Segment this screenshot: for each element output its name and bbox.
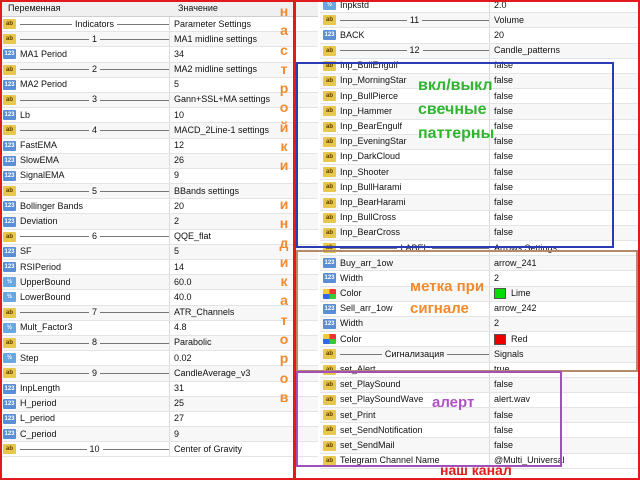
vertical-letter: а [280,22,288,39]
vertical-letter: р [279,80,289,97]
vertical-letter: и [279,195,289,212]
vertical-letter: и [279,157,289,174]
candle-patterns-note: вкл/выкл свечные паттерны [418,77,495,142]
vertical-letter: н [279,215,289,232]
vertical-letter: к [280,273,288,290]
vertical-letter: с [280,41,288,58]
vertical-letter: т [280,311,288,328]
vertical-letter: т [280,60,288,77]
vertical-letter: р [279,350,289,367]
alerts-box [296,371,562,467]
vertical-letter: в [279,388,289,405]
vertical-letter: о [279,331,289,348]
vertical-indicator-settings-text: настройкииндикаторов [276,2,292,407]
vertical-letter: н [279,3,289,19]
vertical-letter: о [279,369,289,386]
vertical-letter: к [280,138,288,155]
alert-note: алерт [432,394,475,411]
vertical-letter: д [279,234,289,251]
vertical-letter [276,176,292,195]
vertical-letter: и [279,253,289,270]
vertical-letter: о [279,99,289,116]
channel-note: наш канал [440,462,512,478]
left-frame [0,0,296,480]
vertical-letter: а [280,292,288,309]
vertical-letter: й [279,118,289,135]
label-signal-note: метка при сигнале [410,278,485,317]
